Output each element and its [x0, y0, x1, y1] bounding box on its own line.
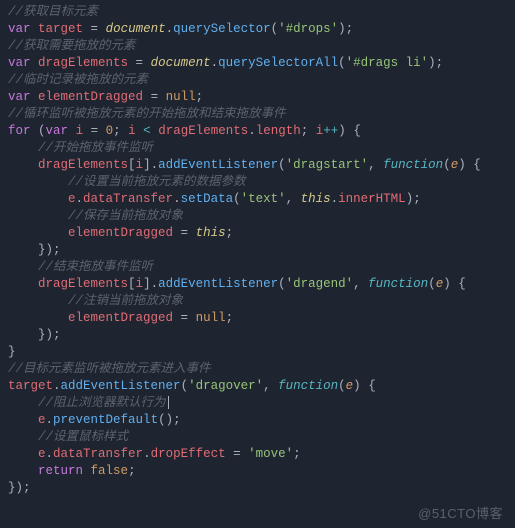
code-line: dragElements[i].addEventListener('dragen… — [8, 276, 507, 293]
code-editor[interactable]: //获取目标元素 var target = document.querySele… — [8, 4, 507, 497]
code-line: var dragElements = document.querySelecto… — [8, 55, 507, 72]
code-line: }); — [8, 327, 507, 344]
code-line: elementDragged = this; — [8, 225, 507, 242]
code-line: elementDragged = null; — [8, 310, 507, 327]
code-line: for (var i = 0; i < dragElements.length;… — [8, 123, 507, 140]
code-line: e.dataTransfer.setData('text', this.inne… — [8, 191, 507, 208]
code-line: //循环监听被拖放元素的开始拖放和结束拖放事件 — [8, 106, 507, 123]
code-line: //保存当前拖放对象 — [8, 208, 507, 225]
code-line: target.addEventListener('dragover', func… — [8, 378, 507, 395]
comment: //目标元素监听被拖放元素进入事件 — [8, 362, 211, 376]
comment: //保存当前拖放对象 — [68, 209, 183, 223]
code-line: //设置鼠标样式 — [8, 429, 507, 446]
comment: //开始拖放事件监听 — [38, 141, 153, 155]
code-line: } — [8, 344, 507, 361]
code-line: dragElements[i].addEventListener('dragst… — [8, 157, 507, 174]
comment: //设置鼠标样式 — [38, 430, 128, 444]
code-line: var elementDragged = null; — [8, 89, 507, 106]
code-line: //目标元素监听被拖放元素进入事件 — [8, 361, 507, 378]
code-line: var target = document.querySelector('#dr… — [8, 21, 507, 38]
comment: //获取目标元素 — [8, 5, 98, 19]
code-line: return false; — [8, 463, 507, 480]
code-line: e.preventDefault(); — [8, 412, 507, 429]
code-line: }); — [8, 242, 507, 259]
watermark: @51CTO博客 — [418, 505, 503, 522]
comment: //设置当前拖放元素的数据参数 — [68, 175, 246, 189]
code-line: e.dataTransfer.dropEffect = 'move'; — [8, 446, 507, 463]
cursor — [168, 396, 169, 409]
code-line: }); — [8, 480, 507, 497]
code-line: //阻止浏览器默认行为 — [8, 395, 507, 412]
code-line: //注销当前拖放对象 — [8, 293, 507, 310]
code-line: //获取目标元素 — [8, 4, 507, 21]
comment: //获取需要拖放的元素 — [8, 39, 136, 53]
code-line: //获取需要拖放的元素 — [8, 38, 507, 55]
comment: //循环监听被拖放元素的开始拖放和结束拖放事件 — [8, 107, 286, 121]
comment: //注销当前拖放对象 — [68, 294, 183, 308]
comment: //结束拖放事件监听 — [38, 260, 153, 274]
comment: //阻止浏览器默认行为 — [38, 396, 166, 410]
code-line: //临时记录被拖放的元素 — [8, 72, 507, 89]
code-line: //设置当前拖放元素的数据参数 — [8, 174, 507, 191]
comment: //临时记录被拖放的元素 — [8, 73, 148, 87]
code-line: //开始拖放事件监听 — [8, 140, 507, 157]
code-line: //结束拖放事件监听 — [8, 259, 507, 276]
